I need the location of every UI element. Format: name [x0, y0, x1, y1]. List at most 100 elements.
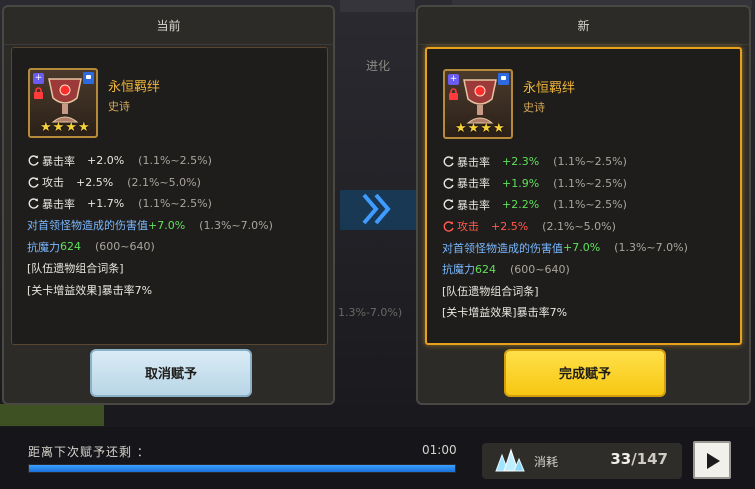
- rarity-stars: ★ ★ ★ ★: [40, 121, 90, 134]
- refresh-icon: [28, 176, 39, 188]
- cancel-enchant-button[interactable]: 取消赋予: [90, 349, 252, 397]
- boss-damage-value: +7.0%: [563, 241, 601, 255]
- boss-damage-row: 对首领怪物造成的伤害值 +7.0% (1.3%~7.0%): [442, 237, 742, 259]
- magic-resist-range: (600~640): [510, 262, 570, 276]
- refresh-icon: [443, 199, 454, 210]
- stat-row: 攻击 +2.5% (2.1%~5.0%): [27, 172, 327, 194]
- stat-range: (1.1%~2.5%): [138, 154, 212, 168]
- star-icon: ★: [480, 121, 492, 136]
- relic-icon: + ★ ★ ★ ★: [443, 69, 513, 139]
- cost-label: 消耗: [534, 455, 559, 469]
- stat-range: (2.1%~5.0%): [542, 219, 616, 233]
- new-relic-card: + ★ ★ ★ ★ 永恒羁绊 史诗 暴击率 +2.3% (1.1%~2.5%) …: [425, 47, 742, 345]
- team-combo-label: [队伍遗物组合词条]: [27, 262, 124, 276]
- team-combo-label: [队伍遗物组合词条]: [442, 284, 539, 298]
- stat-value: +2.3%: [502, 155, 540, 169]
- stat-row: 暴击率 +1.9% (1.1%~2.5%): [442, 173, 742, 195]
- stat-value: +2.0%: [87, 154, 125, 168]
- star-icon: ★: [455, 121, 467, 136]
- stat-value: +1.9%: [502, 176, 540, 190]
- relic-icon: + ★ ★ ★ ★: [28, 68, 98, 138]
- refresh-icon: [443, 177, 454, 189]
- play-button[interactable]: [693, 441, 731, 479]
- stage-buff-row: [关卡增益效果]暴击率7%: [442, 302, 742, 324]
- current-relic-panel: 当前 + ★ ★ ★ ★ 永恒羁绊 史诗 暴击率 +2.0% (1.1%~2.5…: [2, 5, 335, 405]
- boss-damage-range: (1.3%~7.0%): [614, 241, 688, 255]
- star-icon: ★: [77, 120, 90, 135]
- background-strip: [340, 0, 415, 12]
- new-relic-panel: 新 + ★ ★ ★ ★ 永恒羁绊 史诗 暴击率 +2.3% (1.1%~2.5%…: [416, 5, 751, 405]
- relic-name: 永恒羁绊: [523, 81, 576, 96]
- timer-progress-bar: [28, 464, 456, 473]
- stat-row: 暴击率 +1.7% (1.1%~2.5%): [27, 193, 327, 215]
- panel-title-current: 当前: [4, 7, 333, 45]
- stat-list: 暴击率 +2.3% (1.1%~2.5%) 暴击率 +1.9% (1.1%~2.…: [442, 151, 742, 323]
- magic-resist-row: 抗魔力 624 (600~640): [27, 236, 327, 258]
- stat-range: (2.1%~5.0%): [127, 175, 201, 189]
- current-relic-card: + ★ ★ ★ ★ 永恒羁绊 史诗 暴击率 +2.0% (1.1%~2.5%) …: [11, 47, 328, 345]
- background-green-block: [0, 404, 104, 426]
- stat-name: 暴击率: [457, 177, 490, 191]
- stat-name: 暴击率: [457, 198, 490, 212]
- stat-row: 暴击率 +2.2% (1.1%~2.5%): [442, 194, 742, 216]
- stat-list: 暴击率 +2.0% (1.1%~2.5%) 攻击 +2.5% (2.1%~5.0…: [27, 150, 327, 301]
- relic-name: 永恒羁绊: [108, 80, 161, 95]
- stat-name: 攻击: [42, 176, 64, 190]
- stat-range: (1.1%~2.5%): [553, 176, 627, 190]
- magic-resist-value: 624: [475, 262, 496, 276]
- background-range-text: 1.3%-7.0%): [338, 306, 403, 319]
- cost-max: /147: [631, 450, 668, 468]
- background-evolve-tab: 进化: [365, 59, 390, 73]
- stat-name: 暴击率: [457, 155, 490, 169]
- magic-resist-value: 624: [60, 240, 81, 254]
- confirm-enchant-button[interactable]: 完成赋予: [504, 349, 666, 397]
- boss-damage-range: (1.3%~7.0%): [199, 218, 273, 232]
- team-combo-row: [队伍遗物组合词条]: [27, 258, 327, 280]
- stat-value: +2.2%: [502, 198, 540, 212]
- stat-value: +2.5%: [491, 219, 529, 233]
- star-icon: ★: [52, 120, 65, 135]
- magic-resist-row: 抗魔力 624 (600~640): [442, 259, 742, 281]
- boss-damage-label: 对首领怪物造成的伤害值: [27, 219, 148, 233]
- team-combo-row: [队伍遗物组合词条]: [442, 280, 742, 302]
- double-chevron-right-icon: [362, 193, 391, 225]
- stat-name: 暴击率: [42, 154, 75, 168]
- crystal-cluster-icon: [495, 448, 525, 472]
- timer-progress-fill: [29, 465, 455, 472]
- stat-row: 攻击 +2.5% (2.1%~5.0%): [442, 216, 742, 238]
- star-icon: ★: [492, 121, 505, 136]
- play-icon: [707, 453, 720, 469]
- magic-resist-label: 抗魔力: [27, 240, 60, 254]
- stat-value: +2.5%: [76, 175, 114, 189]
- star-icon: ★: [65, 120, 77, 135]
- stat-row: 暴击率 +2.0% (1.1%~2.5%): [27, 150, 327, 172]
- magic-resist-range: (600~640): [95, 240, 155, 254]
- stat-value: +1.7%: [87, 197, 125, 211]
- refresh-icon: [443, 220, 454, 232]
- magic-resist-label: 抗魔力: [442, 263, 475, 277]
- refresh-icon: [28, 198, 39, 209]
- stage-buff-label: [关卡增益效果]暴击率7%: [442, 306, 568, 320]
- timer-label: 距离下次赋予还剩 ：: [28, 445, 150, 459]
- relic-rarity: 史诗: [108, 100, 130, 113]
- stage-buff-label: [关卡增益效果]暴击率7%: [27, 283, 153, 297]
- stat-range: (1.1%~2.5%): [553, 198, 627, 212]
- boss-damage-row: 对首领怪物造成的伤害值 +7.0% (1.3%~7.0%): [27, 215, 327, 237]
- chalice-icon: [48, 78, 82, 123]
- cost-display: 消耗 33/147: [482, 443, 682, 479]
- refresh-icon: [443, 156, 454, 167]
- star-icon: ★: [40, 120, 52, 135]
- rarity-stars: ★ ★ ★ ★: [455, 122, 505, 135]
- cost-current: 33: [610, 450, 632, 468]
- boss-damage-label: 对首领怪物造成的伤害值: [442, 241, 563, 255]
- star-icon: ★: [467, 121, 480, 136]
- boss-damage-value: +7.0%: [148, 218, 186, 232]
- timer-value: 01:00: [422, 443, 457, 457]
- stat-name: 攻击: [457, 220, 479, 234]
- stat-name: 暴击率: [42, 197, 75, 211]
- panel-title-new: 新: [418, 7, 749, 45]
- refresh-icon: [28, 155, 39, 166]
- stat-range: (1.1%~2.5%): [553, 155, 627, 169]
- stat-range: (1.1%~2.5%): [138, 197, 212, 211]
- cost-amount: 33/147: [610, 450, 668, 468]
